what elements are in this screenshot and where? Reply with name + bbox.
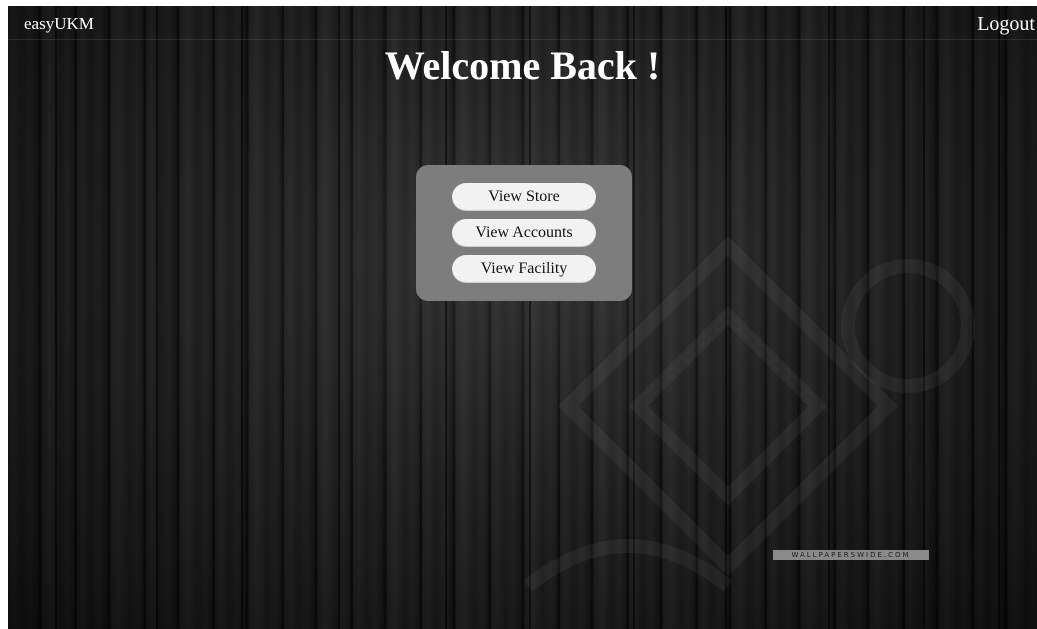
plank-gap	[241, 6, 243, 629]
view-accounts-button[interactable]: View Accounts	[452, 219, 596, 247]
plank-gap	[156, 6, 158, 629]
menu-panel: View Store View Accounts View Facility	[416, 165, 632, 301]
plank-gap	[828, 6, 830, 629]
view-facility-button[interactable]: View Facility	[452, 255, 596, 283]
wallpaper-watermark: WALLPAPERSWIDE.COM	[773, 550, 929, 560]
plank-gap	[633, 6, 635, 629]
plank-gap	[338, 6, 340, 629]
brand-link[interactable]: easyUKM	[24, 14, 94, 34]
plank-gap	[529, 6, 531, 629]
plank-gap	[725, 6, 727, 629]
view-store-button[interactable]: View Store	[452, 183, 596, 211]
page-title: Welcome Back !	[384, 43, 661, 88]
page-background: easyUKM Logout Welcome Back ! View Store…	[8, 6, 1037, 629]
plank-gap	[55, 6, 57, 629]
plank-gap	[445, 6, 447, 629]
top-navbar: easyUKM Logout	[8, 6, 1037, 40]
logout-link[interactable]: Logout	[977, 13, 1035, 36]
plank-gap	[923, 6, 925, 629]
plank-gap	[998, 6, 1000, 629]
